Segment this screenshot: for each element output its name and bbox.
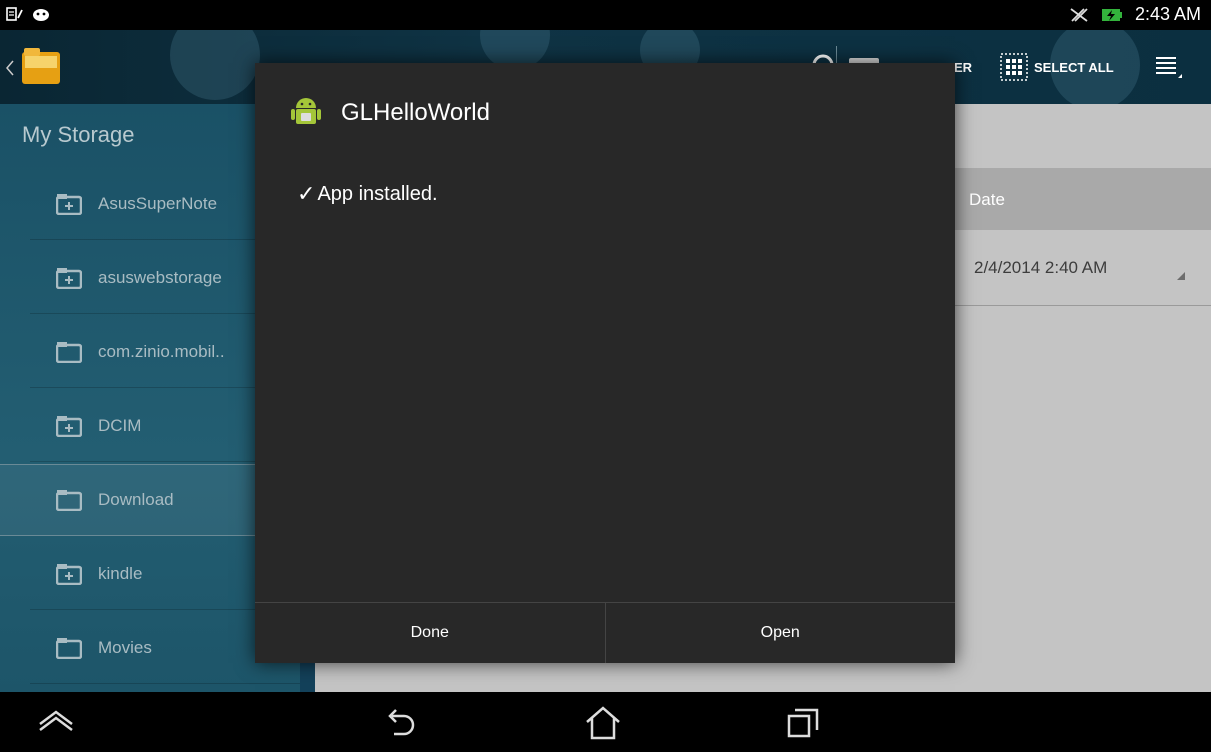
sidebar-title: My Storage	[22, 122, 135, 147]
overflow-menu-icon[interactable]	[1154, 52, 1184, 82]
dialog-button-bar: Done Open	[255, 602, 955, 663]
clock: 2:43 AM	[1134, 4, 1201, 24]
folder-plus-icon	[56, 193, 82, 215]
folder-icon	[56, 341, 82, 363]
status-bar: 2:43 AM	[0, 0, 1211, 30]
navigation-bar	[0, 692, 1211, 752]
back-chevron-icon[interactable]	[6, 60, 14, 76]
folder-icon	[56, 490, 82, 511]
recents-icon[interactable]	[783, 704, 823, 740]
column-header-date[interactable]: Date	[969, 190, 1005, 210]
action-bar-partial-label[interactable]: ER	[954, 30, 972, 104]
dialog-message: ✓ App installed.	[297, 181, 438, 207]
select-all-icon	[1000, 53, 1028, 81]
done-button[interactable]: Done	[255, 603, 605, 663]
status-right: 2:43 AM	[1069, 4, 1201, 25]
status-left-icons	[6, 6, 50, 22]
sidebar-item-label: com.zinio.mobil..	[98, 341, 225, 361]
home-icon[interactable]	[583, 704, 623, 740]
folder-app-icon[interactable]	[22, 44, 62, 88]
recent-apps-up-icon[interactable]	[36, 704, 76, 740]
sidebar-item-label: Download	[98, 490, 174, 509]
install-dialog: GLHelloWorld ✓ App installed. Done Open	[255, 63, 955, 663]
folder-plus-icon	[56, 563, 82, 585]
no-sync-icon	[1070, 7, 1088, 22]
select-all-button[interactable]: SELECT ALL	[1000, 30, 1114, 104]
row-date: 2/4/2014 2:40 AM	[974, 258, 1108, 277]
checkmark-icon: ✓	[297, 181, 316, 206]
sidebar-item-label: DCIM	[98, 415, 142, 435]
android-app-icon	[291, 98, 321, 124]
sidebar-item-label: kindle	[98, 563, 143, 583]
folder-plus-icon	[56, 415, 82, 437]
android-debug-icon	[33, 9, 49, 21]
open-button[interactable]: Open	[604, 603, 956, 663]
battery-charging-icon	[1101, 8, 1122, 21]
row-corner-icon	[1177, 272, 1185, 280]
folder-plus-icon	[56, 267, 82, 289]
dialog-title: GLHelloWorld	[341, 99, 490, 126]
sidebar-item-label: asuswebstorage	[98, 267, 222, 287]
folder-icon	[56, 637, 82, 659]
select-all-label: SELECT ALL	[1034, 59, 1114, 75]
sidebar-item-label: AsusSuperNote	[98, 193, 218, 213]
dialog-message-text: App installed.	[317, 182, 438, 205]
sidebar-item-label: Movies	[98, 637, 152, 657]
back-icon[interactable]	[384, 704, 424, 740]
notification-icon	[6, 7, 23, 21]
dialog-header: GLHelloWorld	[255, 63, 955, 163]
